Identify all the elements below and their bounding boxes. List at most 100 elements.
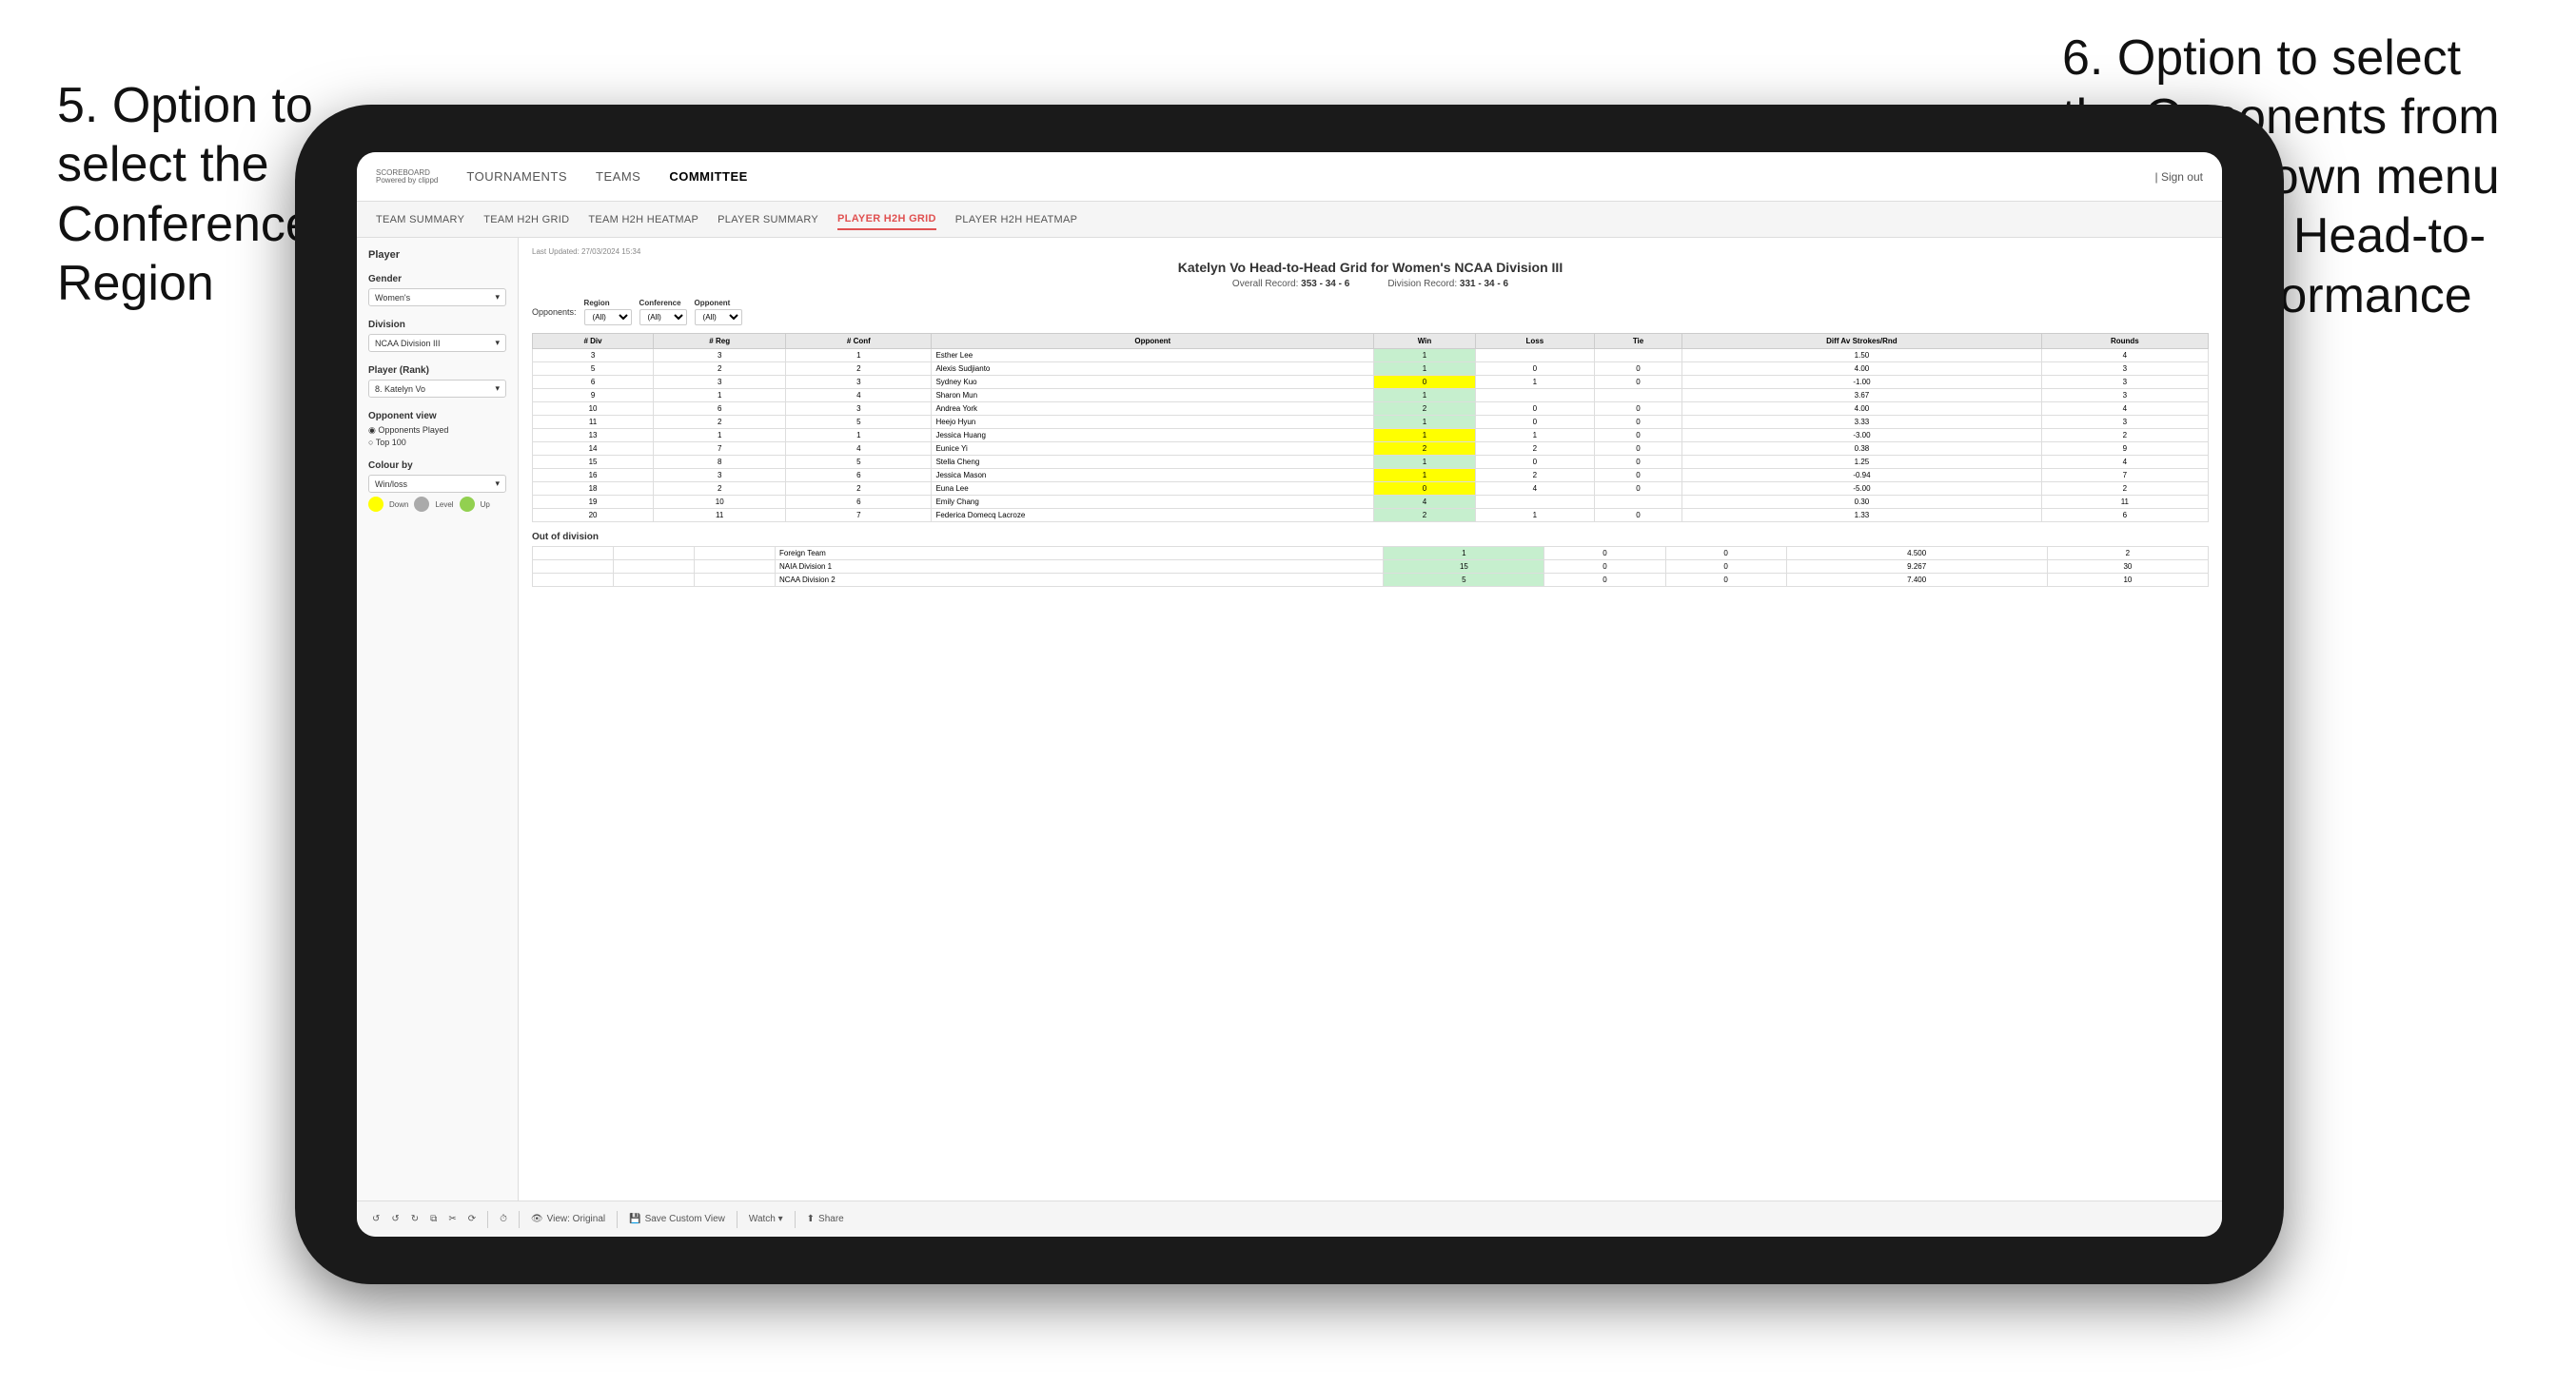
cell-opponent: Sharon Mun: [932, 389, 1374, 402]
sub-tab-player-h2h-heatmap[interactable]: PLAYER H2H HEATMAP: [955, 210, 1077, 229]
cell-conf: 5: [786, 416, 932, 429]
region-select[interactable]: (All): [584, 309, 632, 325]
opponents-played-radio[interactable]: ◉ Opponents Played: [368, 425, 506, 436]
toolbar-divider-3: [617, 1211, 618, 1228]
cell-loss: 1: [1475, 509, 1594, 522]
ood-cell-conf: [695, 574, 776, 587]
cell-reg: 1: [654, 429, 786, 442]
clip-button[interactable]: ✂: [448, 1214, 456, 1224]
table-row: 5 2 2 Alexis Sudjianto 1 0 0 4.00 3: [533, 362, 2209, 376]
opponent-select[interactable]: (All): [695, 309, 742, 325]
cell-win: 0: [1374, 376, 1476, 389]
col-rounds: Rounds: [2041, 334, 2208, 349]
out-of-division-table: Foreign Team 1 0 0 4.500 2 NAIA Division…: [532, 546, 2209, 587]
sign-out-link[interactable]: Sign out: [2161, 170, 2203, 184]
table-header-row: # Div # Reg # Conf Opponent Win Loss Tie…: [533, 334, 2209, 349]
cell-div: 11: [533, 416, 654, 429]
cell-conf: 3: [786, 402, 932, 416]
conference-filter: Conference (All): [639, 299, 687, 325]
ood-cell-rounds: 2: [2047, 547, 2208, 560]
cell-conf: 6: [786, 469, 932, 482]
share-icon: ⬆: [807, 1214, 815, 1224]
table-row: 13 1 1 Jessica Huang 1 1 0 -3.00 2: [533, 429, 2209, 442]
colour-by-label: Colour by: [368, 460, 506, 471]
cell-conf: 2: [786, 362, 932, 376]
nav-tab-committee[interactable]: COMMITTEE: [669, 166, 748, 187]
colour-by-select[interactable]: Win/loss ▾: [368, 475, 506, 493]
nav-tab-tournaments[interactable]: TOURNAMENTS: [466, 166, 567, 187]
cell-conf: 4: [786, 389, 932, 402]
cell-div: 15: [533, 456, 654, 469]
division-record-label: Division Record: 331 - 34 - 6: [1387, 279, 1508, 289]
cell-win: 1: [1374, 469, 1476, 482]
cell-diff: 1.33: [1682, 509, 2042, 522]
cell-opponent: Jessica Huang: [932, 429, 1374, 442]
watch-button[interactable]: Watch ▾: [749, 1214, 783, 1224]
cell-loss: 2: [1475, 442, 1594, 456]
ood-cell-reg: [614, 560, 695, 574]
cell-loss: 2: [1475, 469, 1594, 482]
sub-tab-team-summary[interactable]: TEAM SUMMARY: [376, 210, 464, 229]
undo-button[interactable]: ↺: [372, 1214, 380, 1224]
rotate-button[interactable]: ⟳: [468, 1214, 476, 1224]
ood-cell-diff: 9.267: [1786, 560, 2047, 574]
cell-rounds: 4: [2041, 456, 2208, 469]
nav-tabs: TOURNAMENTS TEAMS COMMITTEE: [466, 166, 2154, 187]
division-select[interactable]: NCAA Division III ▾: [368, 334, 506, 352]
sub-tab-team-h2h-heatmap[interactable]: TEAM H2H HEATMAP: [588, 210, 698, 229]
cell-win: 4: [1374, 496, 1476, 509]
cell-reg: 1: [654, 389, 786, 402]
records-row: Overall Record: 353 - 34 - 6 Division Re…: [532, 279, 2209, 289]
clock-button[interactable]: ⏱: [500, 1214, 507, 1224]
cell-tie: 0: [1594, 376, 1681, 389]
save-custom-button[interactable]: 💾 Save Custom View: [629, 1214, 725, 1224]
cell-div: 14: [533, 442, 654, 456]
cell-tie: 0: [1594, 456, 1681, 469]
cell-div: 18: [533, 482, 654, 496]
cell-opponent: Esther Lee: [932, 349, 1374, 362]
sub-tab-team-h2h-grid[interactable]: TEAM H2H GRID: [483, 210, 569, 229]
nav-tab-teams[interactable]: TEAMS: [596, 166, 640, 187]
cell-tie: 0: [1594, 362, 1681, 376]
cell-win: 1: [1374, 349, 1476, 362]
cell-win: 2: [1374, 442, 1476, 456]
main-content: Player Gender Women's ▾ Division NCAA Di…: [357, 238, 2222, 1201]
table-row: 16 3 6 Jessica Mason 1 2 0 -0.94 7: [533, 469, 2209, 482]
ood-cell-diff: 4.500: [1786, 547, 2047, 560]
cell-rounds: 4: [2041, 402, 2208, 416]
sub-tab-player-h2h-grid[interactable]: PLAYER H2H GRID: [837, 209, 936, 230]
nav-right: | Sign out: [2155, 170, 2204, 184]
player-rank-select[interactable]: 8. Katelyn Vo ▾: [368, 380, 506, 398]
ood-cell-div: [533, 547, 614, 560]
share-button[interactable]: ⬆ Share: [807, 1214, 844, 1224]
redo-button[interactable]: ↻: [411, 1214, 419, 1224]
ood-cell-loss: 0: [1544, 560, 1665, 574]
out-of-division-header: Out of division: [532, 532, 2209, 542]
gender-select[interactable]: Women's ▾: [368, 288, 506, 306]
cell-diff: 0.38: [1682, 442, 2042, 456]
cell-div: 5: [533, 362, 654, 376]
region-filter: Region (All): [584, 299, 632, 325]
sub-tab-player-summary[interactable]: PLAYER SUMMARY: [718, 210, 818, 229]
cell-reg: 3: [654, 349, 786, 362]
top100-radio[interactable]: ○ Top 100: [368, 438, 506, 447]
ood-cell-conf: [695, 547, 776, 560]
cell-win: 1: [1374, 362, 1476, 376]
toolbar-divider-5: [795, 1211, 796, 1228]
cell-rounds: 7: [2041, 469, 2208, 482]
cell-loss: 0: [1475, 402, 1594, 416]
conference-select[interactable]: (All): [639, 309, 687, 325]
copy-button[interactable]: ⧉: [430, 1214, 437, 1224]
col-div: # Div: [533, 334, 654, 349]
col-win: Win: [1374, 334, 1476, 349]
cell-diff: -3.00: [1682, 429, 2042, 442]
undo2-button[interactable]: ↺: [391, 1214, 399, 1224]
cell-rounds: 2: [2041, 429, 2208, 442]
cell-tie: [1594, 389, 1681, 402]
app-logo: SCOREBOARD Powered by clippd: [376, 169, 438, 185]
view-original-button[interactable]: 👁 View: Original: [531, 1214, 605, 1224]
ood-cell-diff: 7.400: [1786, 574, 2047, 587]
cell-tie: 0: [1594, 416, 1681, 429]
region-label: Region: [584, 299, 632, 307]
player-section: Player: [368, 249, 506, 261]
